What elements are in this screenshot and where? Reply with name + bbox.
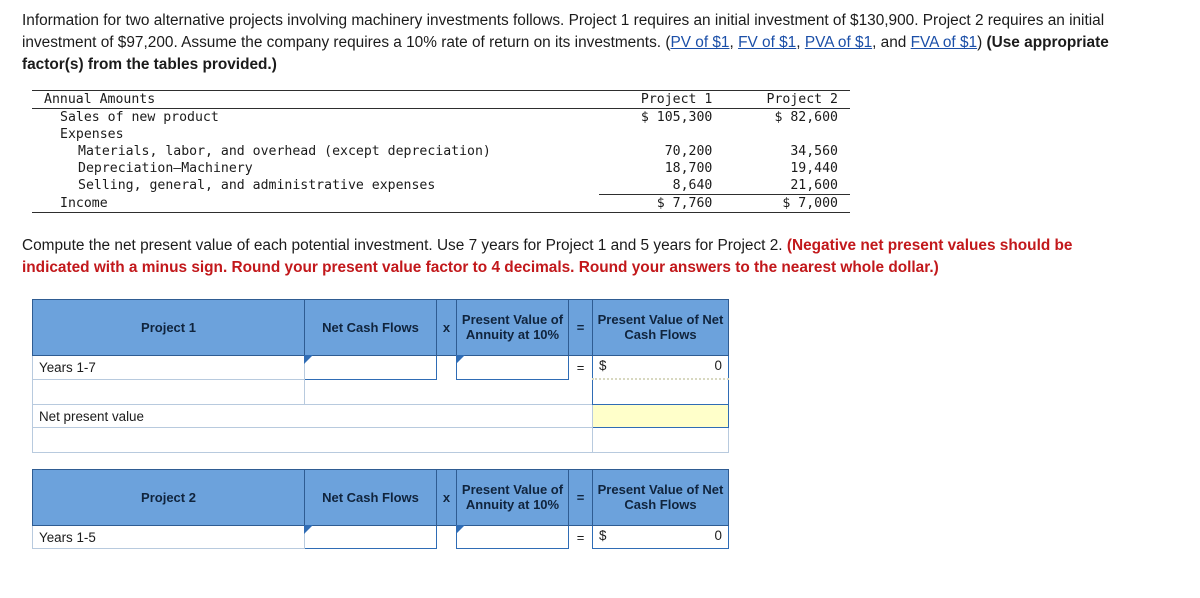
- intro-comma-2: ,: [796, 33, 805, 51]
- project1-blank-label[interactable]: [32, 378, 305, 406]
- project1-header-row: Project 1 Net Cash Flows x Present Value…: [32, 299, 729, 357]
- project2-col-pv-net-cash: Present Value of Net Cash Flows: [592, 469, 729, 527]
- project1-result-value: 0: [714, 358, 722, 374]
- project1-row-op-multiply: [436, 355, 457, 380]
- row-p1-income: $ 7,760: [598, 193, 725, 213]
- project1-col-pv-annuity: Present Value of Annuity at 10%: [456, 299, 569, 357]
- project2-op-multiply: x: [436, 469, 457, 527]
- intro-paragraph: Information for two alternative projects…: [22, 10, 1137, 76]
- table-header-row: Annual Amounts Project 1 Project 2: [32, 89, 850, 109]
- annual-amounts-table: Annual Amounts Project 1 Project 2 Sales…: [32, 89, 850, 213]
- link-pv-of-1[interactable]: PV of $1: [670, 34, 729, 51]
- project2-title: Project 2: [32, 469, 305, 527]
- row-label-sales: Sales of new product: [32, 107, 599, 126]
- project2-pv-factor-input[interactable]: [456, 525, 569, 550]
- table-row-sales: Sales of new product $ 105,300 $ 82,600: [32, 107, 850, 126]
- project2-header-row: Project 2 Net Cash Flows x Present Value…: [32, 469, 729, 527]
- link-pva-of-1[interactable]: PVA of $1: [805, 34, 872, 51]
- project2-row-op-multiply: [436, 525, 457, 549]
- project1-result-dollar-sign: $: [599, 358, 607, 374]
- project1-blank-result: [592, 378, 729, 406]
- project1-worksheet: Project 1 Net Cash Flows x Present Value…: [32, 299, 729, 454]
- intro-close-paren: ): [977, 33, 987, 51]
- cell-corner-marker-icon: [456, 525, 465, 535]
- link-fv-of-1[interactable]: FV of $1: [738, 34, 796, 51]
- cell-corner-marker-icon: [456, 355, 465, 365]
- project1-blank-net-cash: [304, 379, 437, 405]
- project1-op-multiply: x: [436, 299, 457, 357]
- project2-col-pv-annuity: Present Value of Annuity at 10%: [456, 469, 569, 527]
- project2-result-value: 0: [714, 528, 722, 544]
- intro-and: , and: [872, 33, 911, 51]
- project1-sep-right: [592, 427, 729, 454]
- project1-blank-op2: [568, 379, 593, 405]
- row-p2-sga: 21,600: [790, 177, 838, 193]
- project1-col-net-cash-flows: Net Cash Flows: [304, 299, 437, 357]
- table-row-income: Income $ 7,760 $ 7,000: [32, 193, 850, 213]
- project1-npv-row: Net present value: [32, 404, 729, 429]
- project1-sep-left: [32, 427, 593, 454]
- project2-col-net-cash-flows: Net Cash Flows: [304, 469, 437, 527]
- project1-blank-factor: [456, 379, 569, 405]
- project2-result-dollar-sign: $: [599, 528, 607, 544]
- row-p2-materials: 34,560: [790, 143, 838, 159]
- table-row-expenses: Expenses: [32, 126, 850, 143]
- cell-corner-marker-icon: [304, 525, 313, 535]
- project1-bottom-separator-row: [32, 427, 729, 454]
- project1-op-equals: =: [568, 299, 593, 357]
- project2-years-row: Years 1-5 = $ 0: [32, 525, 729, 550]
- project1-col-pv-net-cash: Present Value of Net Cash Flows: [592, 299, 729, 357]
- project2-op-equals: =: [568, 469, 593, 527]
- project1-blank-op1: [436, 379, 457, 405]
- project1-years-row: Years 1-7 = $ 0: [32, 355, 729, 381]
- row-p2-income: $ 7,000: [724, 193, 850, 213]
- row-p1-materials: 70,200: [664, 143, 713, 159]
- row-p1-depreciation: 18,700: [664, 160, 713, 176]
- row-p1-sales: $ 105,300: [598, 107, 725, 126]
- project2-worksheet: Project 2 Net Cash Flows x Present Value…: [32, 469, 729, 550]
- table-row-sga: Selling, general, and administrative exp…: [32, 177, 850, 195]
- row-p2-sales: $ 82,600: [724, 107, 850, 126]
- header-project-2: Project 2: [724, 89, 850, 109]
- row-p2-expenses: [724, 126, 850, 143]
- project2-years-label: Years 1-5: [32, 525, 305, 550]
- table-row-depreciation: Depreciation–Machinery 18,700 19,440: [32, 160, 850, 177]
- project1-net-cash-flows-input[interactable]: [304, 355, 437, 380]
- row-label-sga: Selling, general, and administrative exp…: [78, 178, 436, 194]
- row-label-depreciation: Depreciation–Machinery: [78, 160, 253, 176]
- cell-corner-marker-icon: [304, 355, 313, 365]
- project2-net-cash-flows-input[interactable]: [304, 525, 437, 550]
- project1-row-op-equals: =: [568, 355, 593, 380]
- row-label-materials: Materials, labor, and overhead (except d…: [78, 143, 491, 159]
- intro-comma-1: ,: [729, 33, 739, 51]
- project2-pv-net-cash-result: $ 0: [592, 525, 729, 550]
- project1-pv-net-cash-result: $ 0: [592, 355, 729, 381]
- project1-npv-label: Net present value: [32, 404, 593, 429]
- compute-text-black: Compute the net present value of each po…: [22, 236, 787, 254]
- intro-line-1: Information for two alternative projects…: [22, 12, 919, 29]
- project2-row-op-equals: =: [568, 525, 593, 549]
- row-label-expenses: Expenses: [60, 126, 124, 142]
- page-container: Information for two alternative projects…: [0, 0, 1200, 550]
- project1-blank-row: [32, 378, 729, 406]
- project1-years-label: Years 1-7: [32, 355, 305, 380]
- header-project-1: Project 1: [598, 89, 725, 109]
- row-p1-sga: 8,640: [672, 177, 713, 193]
- header-annual-amounts: Annual Amounts: [32, 89, 599, 109]
- link-fva-of-1[interactable]: FVA of $1: [911, 34, 977, 51]
- project1-npv-value[interactable]: [592, 404, 729, 429]
- compute-instructions: Compute the net present value of each po…: [22, 235, 1142, 280]
- row-label-income: Income: [32, 194, 599, 213]
- table-row-materials: Materials, labor, and overhead (except d…: [32, 143, 850, 160]
- project1-pv-factor-input[interactable]: [456, 355, 569, 380]
- row-p2-depreciation: 19,440: [790, 160, 838, 176]
- row-p1-expenses: [599, 126, 725, 143]
- project1-title: Project 1: [32, 299, 305, 357]
